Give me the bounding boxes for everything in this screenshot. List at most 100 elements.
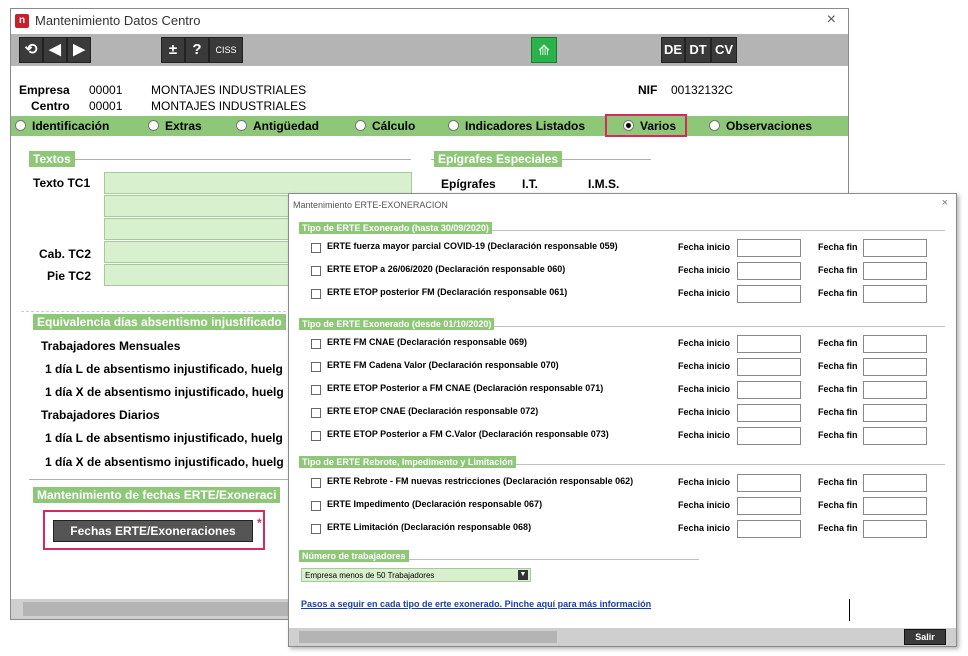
- centro-label: Centro: [31, 99, 70, 113]
- close-icon[interactable]: ×: [827, 11, 836, 29]
- help-button[interactable]: ?: [185, 37, 209, 63]
- fecha-fin-input[interactable]: [863, 404, 927, 422]
- fecha-inicio-input[interactable]: [737, 358, 801, 376]
- fecha-fin-input[interactable]: [863, 427, 927, 445]
- dialog-title: Mantenimiento ERTE-EXONERACION: [293, 200, 448, 210]
- erte-checkbox[interactable]: [311, 385, 321, 395]
- previous-button[interactable]: ◀: [43, 37, 67, 63]
- fecha-fin-label: Fecha fin: [818, 361, 858, 371]
- fecha-inicio-input[interactable]: [737, 335, 801, 353]
- fecha-fin-input[interactable]: [863, 335, 927, 353]
- plusminus-button[interactable]: ±: [161, 37, 185, 63]
- fecha-inicio-input[interactable]: [737, 239, 801, 257]
- erte-label: ERTE ETOP a 26/06/2020 (Declaración resp…: [327, 264, 566, 274]
- tab-identificacion[interactable]: Identificación: [15, 119, 109, 133]
- fecha-inicio-input[interactable]: [737, 497, 801, 515]
- fecha-fin-label: Fecha fin: [818, 407, 858, 417]
- texto-tc1-label: Texto TC1: [33, 176, 91, 190]
- fecha-inicio-label: Fecha inicio: [678, 500, 731, 510]
- dialog-close-icon[interactable]: ×: [942, 197, 948, 209]
- tab-extras[interactable]: Extras: [148, 119, 202, 133]
- fecha-inicio-input[interactable]: [737, 427, 801, 445]
- erte-checkbox[interactable]: [311, 524, 321, 534]
- fecha-inicio-input[interactable]: [737, 474, 801, 492]
- fecha-inicio-label: Fecha inicio: [678, 242, 731, 252]
- refresh-button[interactable]: ⟲: [19, 37, 43, 63]
- erte-checkbox[interactable]: [311, 431, 321, 441]
- erte-row: ERTE ETOP CNAE (Declaración responsable …: [311, 404, 951, 422]
- fecha-inicio-input[interactable]: [737, 520, 801, 538]
- trabajadores-mensuales-label: Trabajadores Mensuales: [41, 339, 181, 353]
- epigrafes-label: Epígrafes: [441, 177, 496, 191]
- diario-x-text: 1 día X de absentismo injustificado, hue…: [45, 455, 284, 469]
- fecha-fin-label: Fecha fin: [818, 430, 858, 440]
- erte-checkbox[interactable]: [311, 339, 321, 349]
- erte-checkbox[interactable]: [311, 289, 321, 299]
- ims-label: I.M.S.: [588, 177, 620, 191]
- next-button[interactable]: ▶: [67, 37, 91, 63]
- fecha-fin-input[interactable]: [863, 381, 927, 399]
- mensual-x-text: 1 día X de absentismo injustificado, hue…: [45, 385, 284, 399]
- erte-label: ERTE ETOP posterior FM (Declaración resp…: [327, 287, 568, 297]
- tab-antiguedad[interactable]: Antigüedad: [236, 119, 319, 133]
- erte-checkbox[interactable]: [311, 408, 321, 418]
- fecha-fin-input[interactable]: [863, 262, 927, 280]
- erte-checkbox[interactable]: [311, 266, 321, 276]
- erte-section-title: Mantenimiento de fechas ERTE/Exoneraci: [33, 487, 281, 503]
- fecha-fin-input[interactable]: [863, 520, 927, 538]
- tab-observaciones[interactable]: Observaciones: [709, 119, 812, 133]
- fecha-inicio-input[interactable]: [737, 262, 801, 280]
- section1-title: Tipo de ERTE Exonerado (hasta 30/09/2020…: [299, 222, 492, 234]
- erte-label: ERTE Impedimento (Declaración responsabl…: [327, 499, 543, 509]
- tab-indicadores-listados[interactable]: Indicadores Listados: [448, 119, 585, 133]
- fecha-fin-label: Fecha fin: [818, 500, 858, 510]
- fechas-erte-button[interactable]: Fechas ERTE/Exoneraciones: [53, 520, 253, 542]
- fecha-inicio-label: Fecha inicio: [678, 430, 731, 440]
- erte-checkbox[interactable]: [311, 478, 321, 488]
- erte-label: ERTE Limitación (Declaración responsable…: [327, 522, 532, 532]
- empresa-code: 00001: [89, 83, 123, 97]
- fecha-fin-input[interactable]: [863, 358, 927, 376]
- tab-calculo[interactable]: Cálculo: [355, 119, 415, 133]
- section2-title: Tipo de ERTE Exonerado (desde 01/10/2020…: [299, 318, 495, 330]
- tab-radio-bar: Identificación Extras Antigüedad Cálculo…: [11, 116, 848, 136]
- fecha-inicio-input[interactable]: [737, 404, 801, 422]
- textos-divider: [29, 159, 411, 161]
- dialog-status-bar: Salir: [289, 628, 956, 646]
- erte-row: ERTE Limitación (Declaración responsable…: [311, 520, 951, 538]
- chevron-down-icon[interactable]: ▼: [518, 570, 528, 580]
- salir-button[interactable]: Salir: [904, 629, 946, 645]
- fecha-inicio-label: Fecha inicio: [678, 477, 731, 487]
- erte-checkbox[interactable]: [311, 362, 321, 372]
- fecha-fin-input[interactable]: [863, 239, 927, 257]
- fecha-inicio-label: Fecha inicio: [678, 338, 731, 348]
- main-progress-track: [23, 602, 289, 616]
- erte-row: ERTE FM Cadena Valor (Declaración respon…: [311, 358, 951, 376]
- erte-row: ERTE Rebrote - FM nuevas restricciones (…: [311, 474, 951, 492]
- cv-button[interactable]: CV: [711, 37, 737, 63]
- fecha-inicio-label: Fecha inicio: [678, 407, 731, 417]
- erte-checkbox[interactable]: [311, 501, 321, 511]
- erte-label: ERTE ETOP Posterior a FM CNAE (Declaraci…: [327, 383, 604, 393]
- fecha-inicio-label: Fecha inicio: [678, 288, 731, 298]
- dt-button[interactable]: DT: [685, 37, 711, 63]
- ciss-button[interactable]: CISS: [209, 37, 243, 63]
- cloud-upload-icon[interactable]: ⟰: [531, 37, 557, 63]
- fecha-inicio-input[interactable]: [737, 285, 801, 303]
- erte-divider: [29, 479, 289, 481]
- erte-checkbox[interactable]: [311, 243, 321, 253]
- erte-label: ERTE ETOP Posterior a FM C.Valor (Declar…: [327, 429, 609, 439]
- fecha-fin-input[interactable]: [863, 285, 927, 303]
- texto-tc1-line1[interactable]: [104, 172, 412, 194]
- de-button[interactable]: DE: [661, 37, 685, 63]
- varios-highlight: [605, 114, 687, 137]
- erte-row: ERTE fuerza mayor parcial COVID-19 (Decl…: [311, 239, 951, 257]
- num-trabajadores-select[interactable]: Empresa menos de 50 Trabajadores ▼: [301, 568, 531, 582]
- info-link[interactable]: Pasos a seguir en cada tipo de erte exon…: [301, 599, 651, 609]
- fecha-fin-label: Fecha fin: [818, 338, 858, 348]
- fecha-inicio-input[interactable]: [737, 381, 801, 399]
- fecha-fin-input[interactable]: [863, 497, 927, 515]
- fecha-fin-input[interactable]: [863, 474, 927, 492]
- title-bar: n Mantenimiento Datos Centro ×: [11, 9, 848, 33]
- fecha-inicio-label: Fecha inicio: [678, 361, 731, 371]
